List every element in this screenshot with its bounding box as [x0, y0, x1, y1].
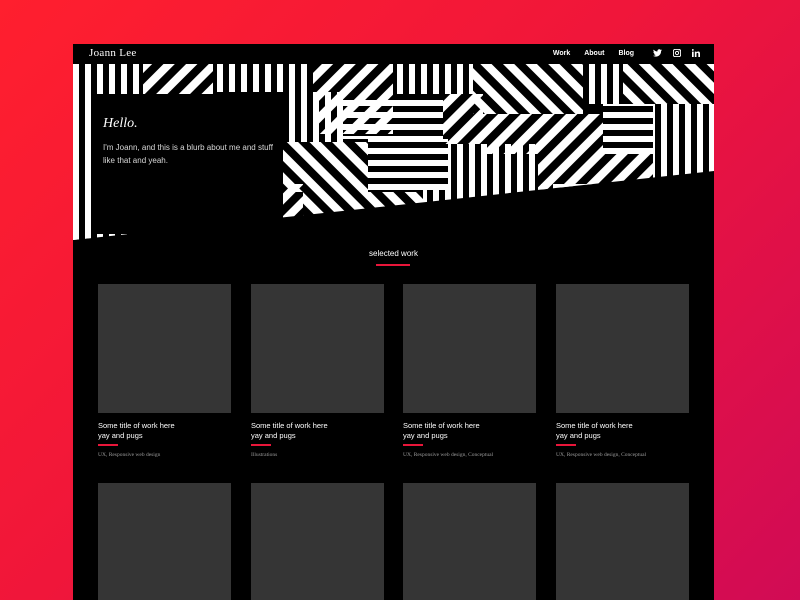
- hero-greeting: Hello.: [103, 116, 138, 131]
- work-underline: [556, 444, 576, 446]
- brand-name[interactable]: Joann Lee: [89, 47, 137, 59]
- linkedin-icon[interactable]: [691, 48, 700, 57]
- work-tags: Illustrations: [251, 452, 278, 458]
- social-links: [653, 48, 700, 57]
- work-title[interactable]: Some title of work here yay and pugs: [556, 421, 689, 441]
- section-title: selected work: [369, 249, 418, 258]
- work-card[interactable]: Some title of work here yay and pugs Ill…: [251, 284, 384, 458]
- work-title-line: yay and pugs: [251, 431, 296, 440]
- twitter-icon[interactable]: [653, 48, 662, 57]
- work-title-line: yay and pugs: [556, 431, 601, 440]
- instagram-icon[interactable]: [672, 48, 681, 57]
- work-thumbnail[interactable]: [556, 483, 689, 600]
- work-title-line: Some title of work here: [556, 421, 633, 430]
- work-title[interactable]: Some title of work here yay and pugs: [251, 421, 384, 441]
- nav-link-blog[interactable]: Blog: [618, 50, 634, 57]
- work-card[interactable]: Some title of work here yay and pugs UX,…: [98, 284, 231, 458]
- work-title[interactable]: Some title of work here yay and pugs: [403, 421, 536, 441]
- work-title-line: Some title of work here: [98, 421, 175, 430]
- work-underline: [251, 444, 271, 446]
- hero-blurb: I'm Joann, and this is a blurb about me …: [103, 143, 273, 165]
- work-thumbnail[interactable]: [98, 284, 231, 413]
- nav-links: Work About Blog: [553, 50, 634, 57]
- intro-panel: Hello. I'm Joann, and this is a blurb ab…: [95, 94, 283, 234]
- work-tags: UX, Responsive web design, Conceptual: [403, 452, 494, 458]
- work-title-line: Some title of work here: [251, 421, 328, 430]
- work-thumbnail[interactable]: [556, 284, 689, 413]
- work-thumbnail[interactable]: [251, 284, 384, 413]
- work-tags: UX, Responsive web design: [98, 452, 161, 458]
- top-nav: Joann Lee Work About Blog: [73, 44, 714, 64]
- work-thumbnail[interactable]: [98, 483, 231, 600]
- work-title-line: Some title of work here: [403, 421, 480, 430]
- hero-pattern: Hello. I'm Joann, and this is a blurb ab…: [73, 64, 714, 264]
- work-card[interactable]: Some title of work here yay and pugs UX,…: [556, 284, 689, 458]
- page-frame: Joann Lee Work About Blog Hello. I'm Joa…: [73, 44, 714, 600]
- work-card[interactable]: Some title of work here yay and pugs UX,…: [403, 284, 536, 458]
- work-tags: UX, Responsive web design, Conceptual: [556, 452, 647, 458]
- work-underline: [403, 444, 423, 446]
- work-thumbnail[interactable]: [251, 483, 384, 600]
- work-thumbnail[interactable]: [403, 284, 536, 413]
- work-title-line: yay and pugs: [403, 431, 448, 440]
- section-underline: [376, 264, 410, 266]
- work-underline: [98, 444, 118, 446]
- nav-link-about[interactable]: About: [584, 50, 604, 57]
- work-thumbnail[interactable]: [403, 483, 536, 600]
- work-title-line: yay and pugs: [98, 431, 143, 440]
- nav-link-work[interactable]: Work: [553, 50, 570, 57]
- work-title[interactable]: Some title of work here yay and pugs: [98, 421, 231, 441]
